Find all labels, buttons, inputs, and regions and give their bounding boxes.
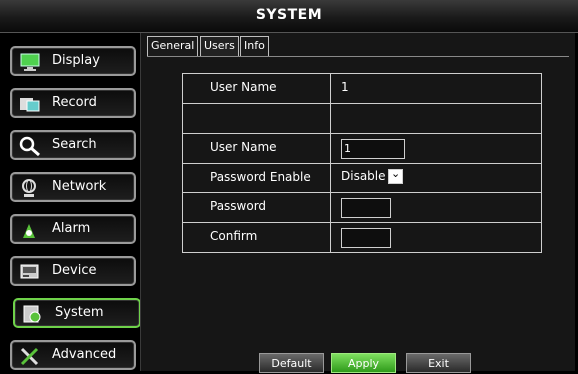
password-label: Password xyxy=(210,199,267,213)
tab-general[interactable]: General xyxy=(147,36,199,56)
sidebar-item-label: System xyxy=(55,305,104,320)
tab-users[interactable]: Users xyxy=(200,36,239,56)
form-row: Confirm xyxy=(183,223,541,252)
sidebar-item-label: Network xyxy=(52,179,107,194)
form-row: Password xyxy=(183,193,541,223)
form-row: User Name 1 xyxy=(183,74,541,104)
default-button[interactable]: Default xyxy=(259,353,324,373)
sidebar-item-label: Display xyxy=(52,53,100,68)
sidebar-item-search[interactable]: Search xyxy=(10,130,136,160)
sidebar-item-advanced[interactable]: Advanced xyxy=(10,340,136,370)
password-enable-label: Password Enable xyxy=(210,170,311,184)
users-form: User Name 1 User Name 1 Password Enable … xyxy=(182,73,542,253)
exit-button[interactable]: Exit xyxy=(406,353,471,373)
alarm-icon xyxy=(23,224,35,238)
sidebar-item-display[interactable]: Display xyxy=(10,46,136,76)
password-field[interactable] xyxy=(341,198,391,218)
window-title: SYSTEM xyxy=(255,7,323,23)
user-name-label: User Name xyxy=(210,140,277,154)
confirm-label: Confirm xyxy=(210,229,258,243)
sidebar-item-device[interactable]: Device xyxy=(10,256,136,286)
confirm-password-field[interactable] xyxy=(341,228,391,248)
user-list-value[interactable]: 1 xyxy=(341,80,349,94)
title-bar: SYSTEM xyxy=(0,0,578,33)
user-name-field[interactable]: 1 xyxy=(341,139,405,159)
sidebar-item-record[interactable]: Record xyxy=(10,88,136,118)
sidebar-item-alarm[interactable]: Alarm xyxy=(10,214,136,244)
apply-button[interactable]: Apply xyxy=(331,353,396,373)
form-row: User Name 1 xyxy=(183,134,541,164)
record-icon xyxy=(20,98,40,112)
sidebar-item-label: Advanced xyxy=(52,347,117,362)
network-icon xyxy=(22,179,36,197)
system-icon xyxy=(23,305,41,323)
device-icon xyxy=(20,264,39,279)
settings-panel: General Users Info User Name 1 User Name… xyxy=(140,33,575,373)
chevron-down-icon: ⌄ xyxy=(391,167,401,180)
form-row: Password Enable Disable ⌄ xyxy=(183,164,541,193)
sidebar-item-system[interactable]: System xyxy=(13,298,141,328)
user-list-label: User Name xyxy=(210,80,277,94)
tools-icon xyxy=(20,347,39,366)
form-row xyxy=(183,104,541,134)
monitor-icon xyxy=(20,53,40,71)
sidebar-item-label: Alarm xyxy=(52,221,91,236)
sidebar-item-network[interactable]: Network xyxy=(10,172,136,202)
password-enable-select[interactable]: Disable xyxy=(341,169,386,183)
tab-info[interactable]: Info xyxy=(240,36,269,56)
tab-divider xyxy=(147,56,569,57)
sidebar-item-label: Record xyxy=(52,95,97,110)
search-icon xyxy=(19,136,40,156)
password-enable-dropdown[interactable]: ⌄ xyxy=(388,167,403,184)
sidebar-item-label: Search xyxy=(52,137,97,152)
sidebar: Display Record Search Network Alarm Devi… xyxy=(5,36,141,371)
sidebar-item-label: Device xyxy=(52,263,97,278)
